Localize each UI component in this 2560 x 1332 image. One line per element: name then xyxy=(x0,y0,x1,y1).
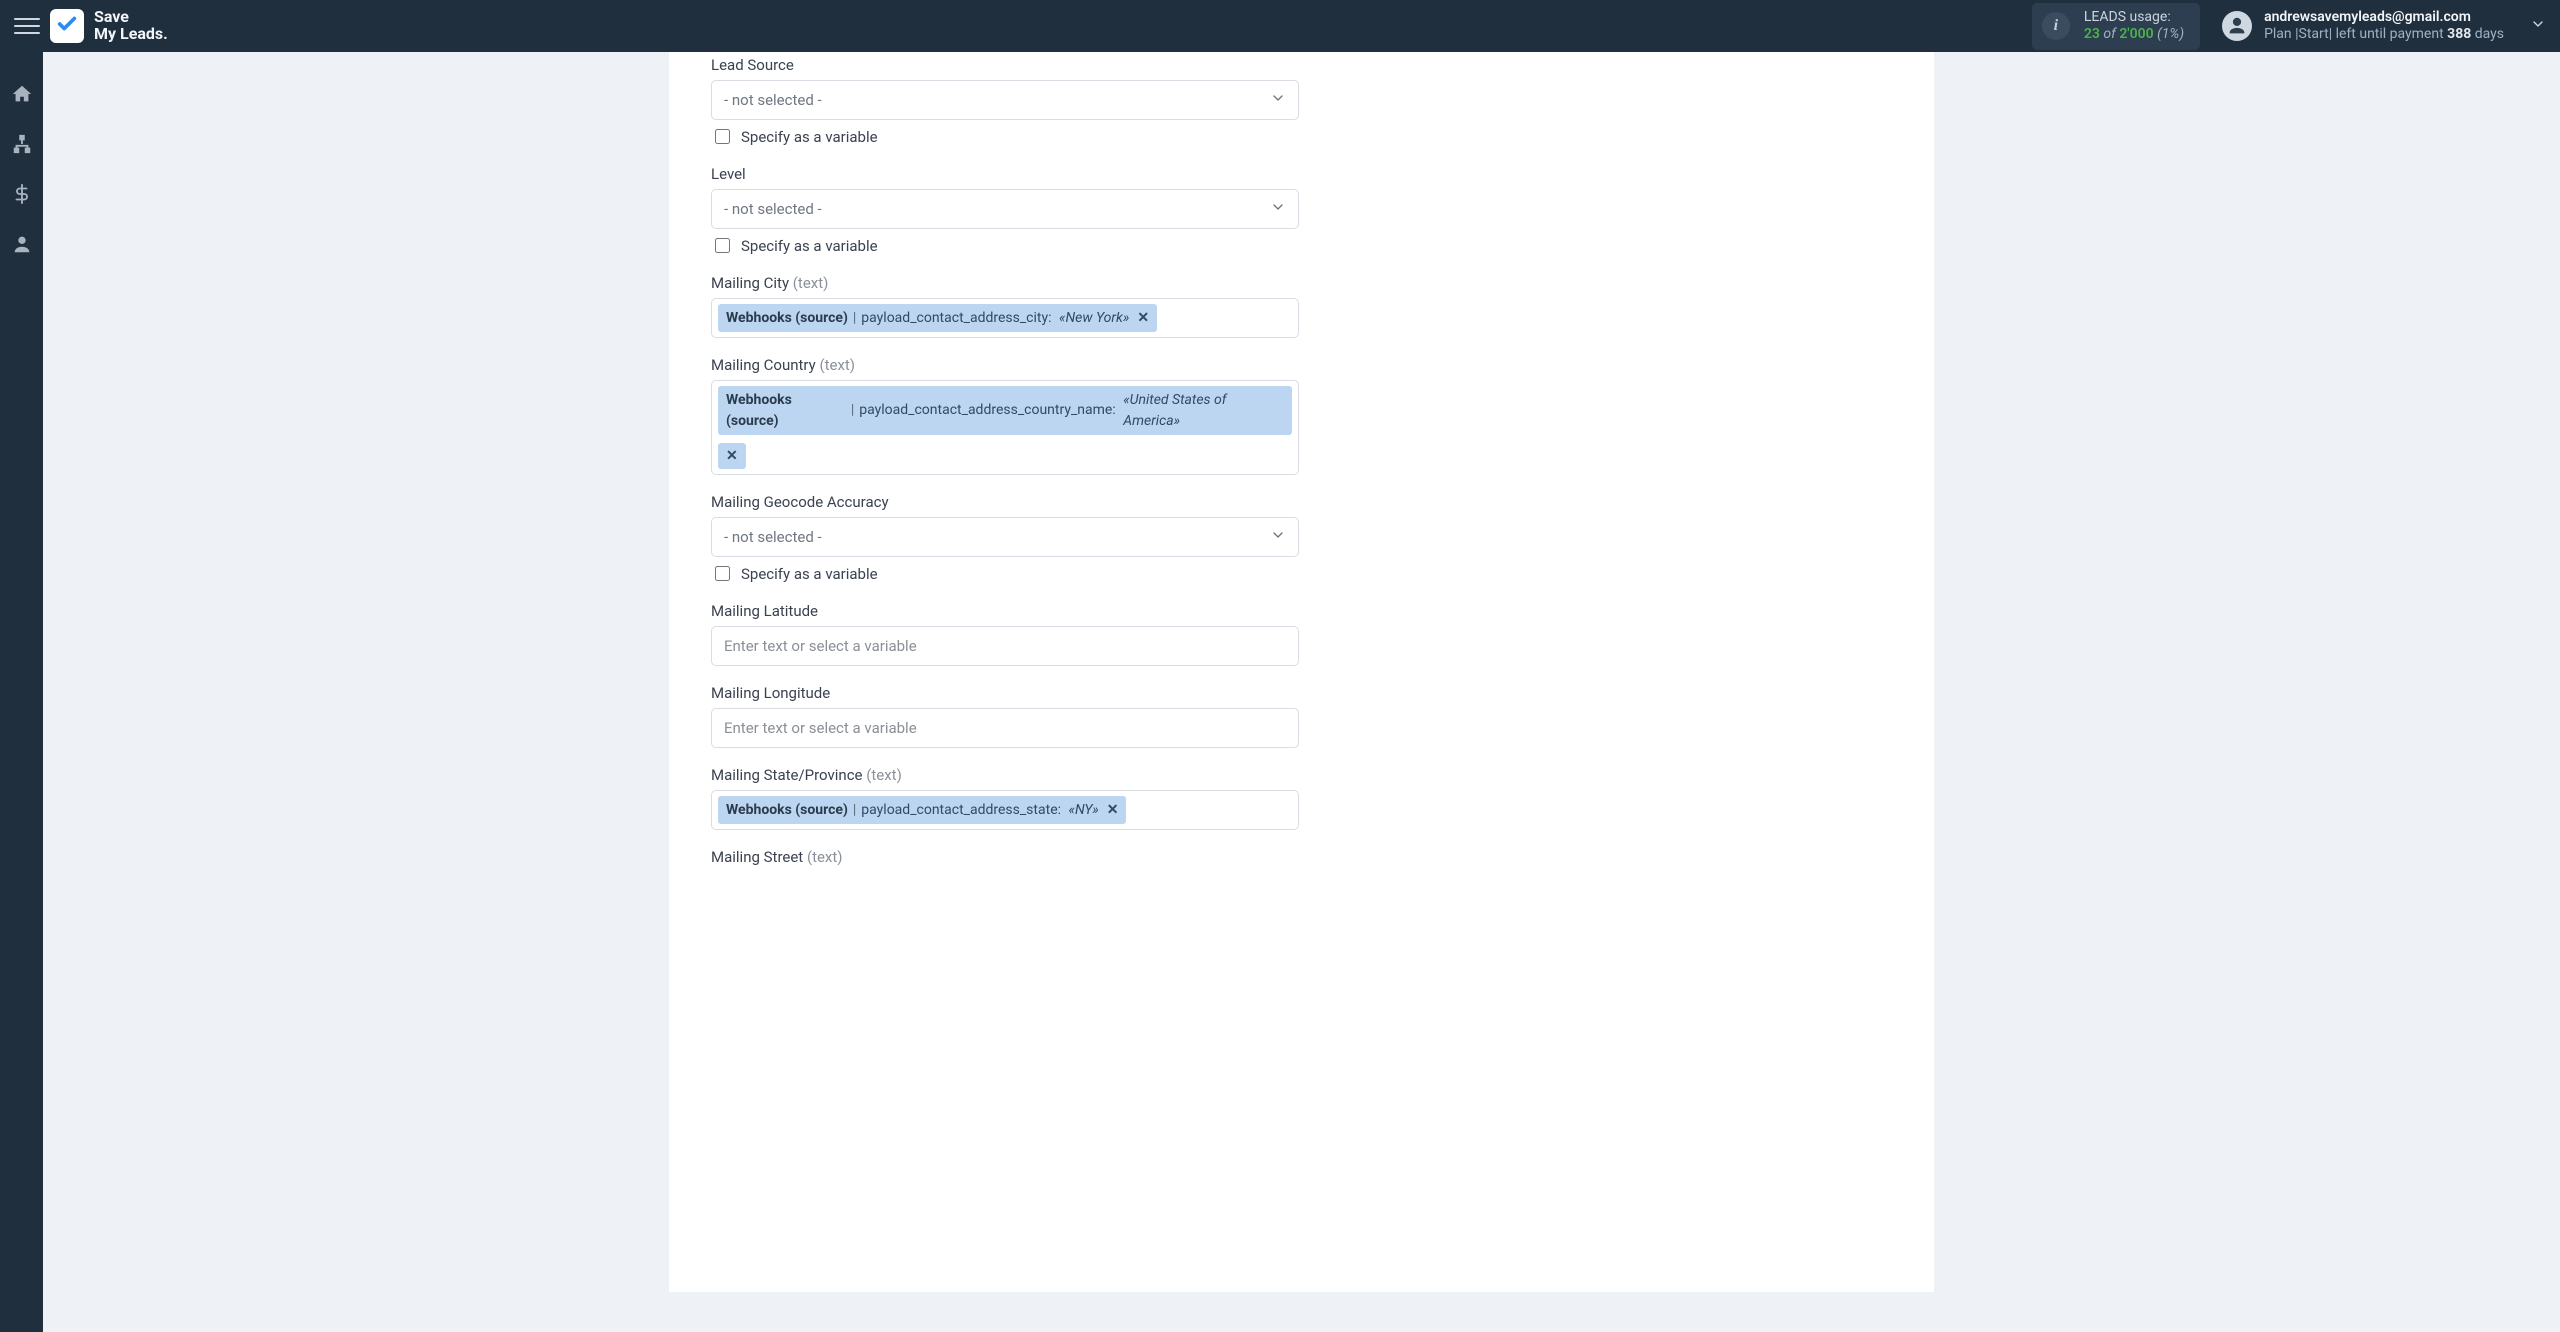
field-lead-source: Lead Source - not selected - Specify as … xyxy=(711,56,1299,147)
placeholder: Enter text or select a variable xyxy=(724,719,917,737)
field-mailing-geocode: Mailing Geocode Accuracy - not selected … xyxy=(711,493,1299,584)
field-mailing-latitude: Mailing Latitude Enter text or select a … xyxy=(711,602,1299,666)
plan-days: 388 xyxy=(2447,26,2471,42)
token-path: payload_contact_address_city: xyxy=(861,308,1051,328)
leads-usage-badge: i LEADS usage: 23 of 2'000 (1%) xyxy=(2032,3,2200,50)
leads-of: of xyxy=(2103,26,2115,42)
token-source: Webhooks (source) xyxy=(726,308,848,328)
profile-icon[interactable] xyxy=(10,232,34,256)
select-value: - not selected - xyxy=(724,91,822,109)
field-mailing-city: Mailing City (text) Webhooks (source) | … xyxy=(711,274,1299,338)
checkbox-label: Specify as a variable xyxy=(741,128,878,146)
label-mailing-street: Mailing Street (text) xyxy=(711,848,1299,866)
specify-variable-geocode[interactable]: Specify as a variable xyxy=(711,563,1299,584)
leads-pct: (1%) xyxy=(2157,26,2184,42)
chevron-down-icon xyxy=(1270,90,1286,110)
specify-variable-level[interactable]: Specify as a variable xyxy=(711,235,1299,256)
label-mailing-country: Mailing Country (text) xyxy=(711,356,1299,374)
token-path: payload_contact_address_state: xyxy=(861,800,1061,820)
checkbox-label: Specify as a variable xyxy=(741,237,878,255)
token-source: Webhooks (source) xyxy=(726,390,846,431)
field-level: Level - not selected - Specify as a vari… xyxy=(711,165,1299,256)
field-mailing-state: Mailing State/Province (text) Webhooks (… xyxy=(711,766,1299,830)
billing-icon[interactable] xyxy=(10,182,34,206)
field-mailing-street: Mailing Street (text) xyxy=(711,848,1299,866)
label-mailing-geocode: Mailing Geocode Accuracy xyxy=(711,493,1299,511)
leads-usage-value: 23 of 2'000 (1%) xyxy=(2084,26,2184,44)
label-mailing-latitude: Mailing Latitude xyxy=(711,602,1299,620)
plan-suffix: days xyxy=(2471,26,2504,42)
label-hint: (text) xyxy=(819,356,855,374)
field-mailing-country: Mailing Country (text) Webhooks (source)… xyxy=(711,356,1299,475)
select-lead-source[interactable]: - not selected - xyxy=(711,80,1299,120)
home-icon[interactable] xyxy=(10,82,34,106)
variable-token: Webhooks (source) | payload_contact_addr… xyxy=(718,796,1126,824)
label-lead-source: Lead Source xyxy=(711,56,1299,74)
select-mailing-geocode[interactable]: - not selected - xyxy=(711,517,1299,557)
token-value: «New York» xyxy=(1059,308,1129,328)
token-value: «United States of America» xyxy=(1123,390,1284,431)
form-card: Lead Source - not selected - Specify as … xyxy=(669,52,1934,1292)
input-mailing-city[interactable]: Webhooks (source) | payload_contact_addr… xyxy=(711,298,1299,338)
input-mailing-latitude[interactable]: Enter text or select a variable xyxy=(711,626,1299,666)
leads-usage-label: LEADS usage: xyxy=(2084,9,2184,27)
chevron-down-icon xyxy=(1270,199,1286,219)
remove-token-button[interactable]: ✕ xyxy=(718,443,746,469)
chevron-down-icon xyxy=(1270,527,1286,547)
app-header: Save My Leads. i LEADS usage: 23 of 2'00… xyxy=(0,0,2560,52)
sitemap-icon[interactable] xyxy=(10,132,34,156)
label-mailing-city: Mailing City (text) xyxy=(711,274,1299,292)
select-value: - not selected - xyxy=(724,200,822,218)
info-icon: i xyxy=(2042,12,2070,40)
account-plan: Plan |Start| left until payment 388 days xyxy=(2264,26,2504,43)
remove-token-button[interactable]: ✕ xyxy=(1137,308,1149,328)
label-hint: (text) xyxy=(866,766,902,784)
checkmark-icon xyxy=(56,13,78,39)
checkbox[interactable] xyxy=(715,566,730,581)
token-path: payload_contact_address_country_name: xyxy=(859,400,1115,420)
specify-variable-lead-source[interactable]: Specify as a variable xyxy=(711,126,1299,147)
label-text: Mailing State/Province xyxy=(711,766,863,784)
label-hint: (text) xyxy=(807,848,843,866)
label-text: Mailing Street xyxy=(711,848,803,866)
app-logo[interactable] xyxy=(50,9,84,43)
remove-token-button[interactable]: ✕ xyxy=(1107,800,1119,820)
plan-prefix: Plan |Start| left until payment xyxy=(2264,26,2447,42)
brand-name: Save My Leads. xyxy=(94,9,168,43)
input-mailing-longitude[interactable]: Enter text or select a variable xyxy=(711,708,1299,748)
label-mailing-longitude: Mailing Longitude xyxy=(711,684,1299,702)
token-source: Webhooks (source) xyxy=(726,800,848,820)
page-content: Lead Source - not selected - Specify as … xyxy=(43,52,2560,1332)
input-mailing-country[interactable]: Webhooks (source) | payload_contact_addr… xyxy=(711,380,1299,475)
account-email: andrewsavemyleads@gmail.com xyxy=(2264,9,2504,26)
select-level[interactable]: - not selected - xyxy=(711,189,1299,229)
placeholder: Enter text or select a variable xyxy=(724,637,917,655)
chevron-down-icon xyxy=(2530,16,2546,36)
input-mailing-state[interactable]: Webhooks (source) | payload_contact_addr… xyxy=(711,790,1299,830)
label-text: Mailing City xyxy=(711,274,789,292)
label-text: Mailing Country xyxy=(711,356,816,374)
label-level: Level xyxy=(711,165,1299,183)
account-text: andrewsavemyleads@gmail.com Plan |Start|… xyxy=(2264,9,2504,43)
select-value: - not selected - xyxy=(724,528,822,546)
brand-line2: My Leads. xyxy=(94,26,168,43)
hamburger-menu-button[interactable] xyxy=(14,13,40,39)
checkbox[interactable] xyxy=(715,129,730,144)
label-mailing-state: Mailing State/Province (text) xyxy=(711,766,1299,784)
avatar-icon xyxy=(2222,11,2252,41)
leads-used: 23 xyxy=(2084,26,2100,42)
left-sidebar xyxy=(0,52,43,1332)
checkbox-label: Specify as a variable xyxy=(741,565,878,583)
field-mailing-longitude: Mailing Longitude Enter text or select a… xyxy=(711,684,1299,748)
label-hint: (text) xyxy=(793,274,829,292)
checkbox[interactable] xyxy=(715,238,730,253)
account-menu[interactable]: andrewsavemyleads@gmail.com Plan |Start|… xyxy=(2222,9,2546,43)
token-value: «NY» xyxy=(1069,800,1099,820)
variable-token: Webhooks (source) | payload_contact_addr… xyxy=(718,304,1157,332)
leads-total: 2'000 xyxy=(2119,26,2153,42)
variable-token: Webhooks (source) | payload_contact_addr… xyxy=(718,386,1292,435)
